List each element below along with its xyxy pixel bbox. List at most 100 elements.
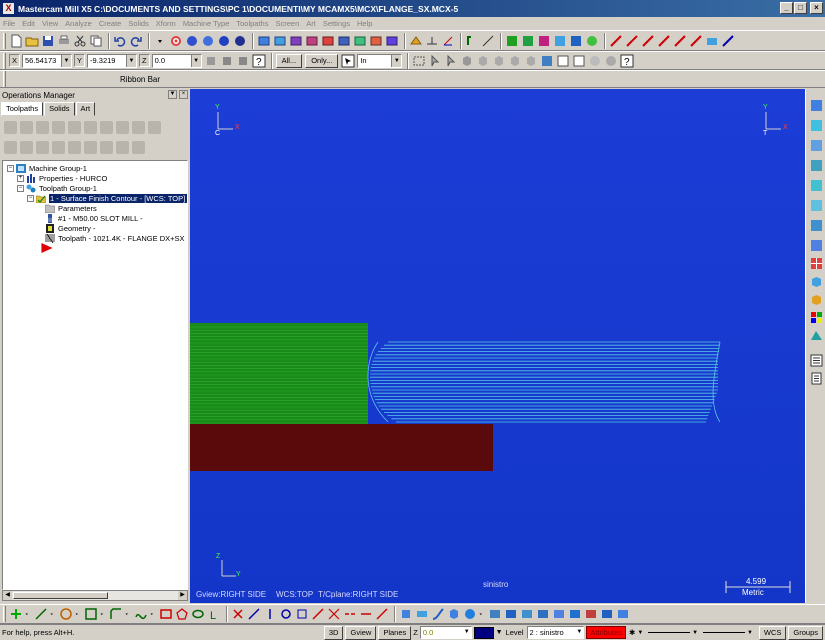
- toolpath-sim-icon[interactable]: [585, 34, 599, 48]
- selection-mode-icon[interactable]: [341, 54, 355, 68]
- panel-options-icon[interactable]: ▼: [168, 90, 177, 99]
- spline-icon[interactable]: [134, 607, 148, 621]
- ellipse-icon[interactable]: [191, 607, 205, 621]
- scroll-to-arrow-icon[interactable]: [100, 140, 113, 154]
- zoom-window-icon[interactable]: [337, 34, 351, 48]
- cube-icon[interactable]: [810, 275, 823, 288]
- tree-parameters[interactable]: Parameters: [45, 203, 97, 213]
- single-op-icon[interactable]: [116, 140, 129, 154]
- menu-settings[interactable]: Settings: [323, 19, 350, 28]
- loft-icon[interactable]: [447, 607, 461, 621]
- z-depth-field[interactable]: 0.0 ▼: [419, 626, 472, 639]
- undo-icon[interactable]: [113, 34, 127, 48]
- collapse-icon[interactable]: −: [17, 184, 24, 192]
- offset-icon[interactable]: [311, 607, 325, 621]
- fast-point-icon[interactable]: [204, 54, 218, 68]
- select-all-button[interactable]: All...: [275, 53, 303, 68]
- scale-icon[interactable]: [295, 607, 309, 621]
- tab-art[interactable]: Art: [75, 102, 96, 116]
- chevron-down-icon[interactable]: ▼: [576, 627, 582, 638]
- fit-icon[interactable]: [321, 34, 335, 48]
- menu-xform[interactable]: Xform: [156, 19, 176, 28]
- translate-icon[interactable]: [247, 607, 261, 621]
- revolve-icon[interactable]: [415, 607, 429, 621]
- collapse-icon[interactable]: −: [7, 164, 14, 172]
- tab-toolpaths[interactable]: Toolpaths: [1, 102, 44, 116]
- expand-icon[interactable]: +: [17, 174, 24, 182]
- select-prev-icon[interactable]: [588, 54, 602, 68]
- close-button[interactable]: ×: [810, 2, 823, 14]
- delete-icon[interactable]: [231, 607, 245, 621]
- wcs-button[interactable]: WCS: [758, 625, 787, 640]
- chevron-down-icon[interactable]: ▼: [637, 630, 643, 636]
- view-axo-icon[interactable]: [810, 239, 823, 252]
- post-selected-icon[interactable]: [100, 120, 113, 134]
- analyze-icon[interactable]: [465, 34, 479, 48]
- chevron-down-icon[interactable]: [25, 607, 32, 621]
- menu-analyze[interactable]: Analyze: [65, 19, 92, 28]
- sweep-icon[interactable]: [431, 607, 445, 621]
- level-dropdown[interactable]: 2 : sinistro ▼: [526, 626, 585, 639]
- chevron-down-icon[interactable]: [125, 607, 132, 621]
- solid-draft-icon[interactable]: [536, 607, 550, 621]
- planes-button[interactable]: Planes: [378, 625, 412, 640]
- chevron-down-icon[interactable]: [50, 607, 57, 621]
- autocursor-settings-icon[interactable]: [236, 54, 250, 68]
- tree-tool[interactable]: #1 - M50.00 SLOT MILL -: [45, 213, 143, 223]
- select-all-ops-icon[interactable]: [4, 120, 17, 134]
- toolpath-lines[interactable]: [367, 341, 721, 423]
- select-feature-icon[interactable]: [540, 54, 554, 68]
- y-coordinate-field[interactable]: -9.3219 ▼: [87, 53, 138, 68]
- lock-icon[interactable]: [4, 140, 17, 154]
- pocket-icon[interactable]: [625, 34, 639, 48]
- maximize-button[interactable]: □: [794, 2, 807, 14]
- scroll-thumb[interactable]: [13, 592, 108, 599]
- tree-horizontal-scrollbar[interactable]: ◀ ▶: [2, 590, 188, 601]
- view-top-icon[interactable]: [257, 34, 271, 48]
- minimize-button[interactable]: _: [780, 2, 793, 14]
- 3d-button[interactable]: 3D: [323, 625, 344, 640]
- scroll-left-icon[interactable]: ◀: [3, 591, 12, 600]
- wireframe-sphere-icon[interactable]: [201, 34, 215, 48]
- menu-screen[interactable]: Screen: [275, 19, 299, 28]
- tree-operation-1[interactable]: − 1 - Surface Finish Contour - [WCS: TOP…: [27, 192, 187, 204]
- select-face-icon[interactable]: [476, 54, 490, 68]
- trim-icon[interactable]: [327, 607, 341, 621]
- collapse-all-icon[interactable]: [132, 140, 145, 154]
- break-icon[interactable]: [343, 607, 357, 621]
- part-body[interactable]: [190, 323, 368, 424]
- level-label[interactable]: Level: [506, 628, 524, 637]
- list-icon[interactable]: [810, 354, 823, 367]
- zoom-out-icon[interactable]: [353, 34, 367, 48]
- menu-file[interactable]: File: [3, 19, 15, 28]
- menu-toolpaths[interactable]: Toolpaths: [236, 19, 268, 28]
- select-edge-icon[interactable]: [508, 54, 522, 68]
- select-only-button[interactable]: Only...: [305, 53, 339, 68]
- solid-trim-icon[interactable]: [552, 607, 566, 621]
- select-solid-icon[interactable]: [460, 54, 474, 68]
- rectangle-icon[interactable]: [159, 607, 173, 621]
- line-width-icon[interactable]: [703, 632, 745, 633]
- regen-dirty-icon[interactable]: [52, 120, 65, 134]
- verify-selection-icon[interactable]: [556, 54, 570, 68]
- toolpath-regen-icon[interactable]: [537, 34, 551, 48]
- graphics-viewport[interactable]: Y X C Y X T Z Y Gview:RIGHT SIDE WCS:TOP…: [190, 89, 805, 603]
- solid-shell-icon[interactable]: [504, 607, 518, 621]
- save-icon[interactable]: [41, 34, 55, 48]
- wcs-icon[interactable]: [441, 34, 455, 48]
- select-back-icon[interactable]: [524, 54, 538, 68]
- insert-arrow-icon[interactable]: [84, 140, 97, 154]
- chevron-down-icon[interactable]: [75, 607, 82, 621]
- toolbar-grip-3[interactable]: [3, 71, 6, 87]
- delete-ops-icon[interactable]: [132, 120, 145, 134]
- groups-button[interactable]: Groups: [788, 625, 824, 640]
- menu-view[interactable]: View: [42, 19, 58, 28]
- measure-icon[interactable]: [481, 34, 495, 48]
- select-next-icon[interactable]: [604, 54, 618, 68]
- zoom-target-icon[interactable]: [369, 34, 383, 48]
- collapse-icon[interactable]: −: [27, 194, 34, 202]
- sphere-dark-icon[interactable]: [233, 34, 247, 48]
- chevron-down-icon[interactable]: ▼: [747, 630, 753, 636]
- menu-create[interactable]: Create: [99, 19, 122, 28]
- extrude-icon[interactable]: [399, 607, 413, 621]
